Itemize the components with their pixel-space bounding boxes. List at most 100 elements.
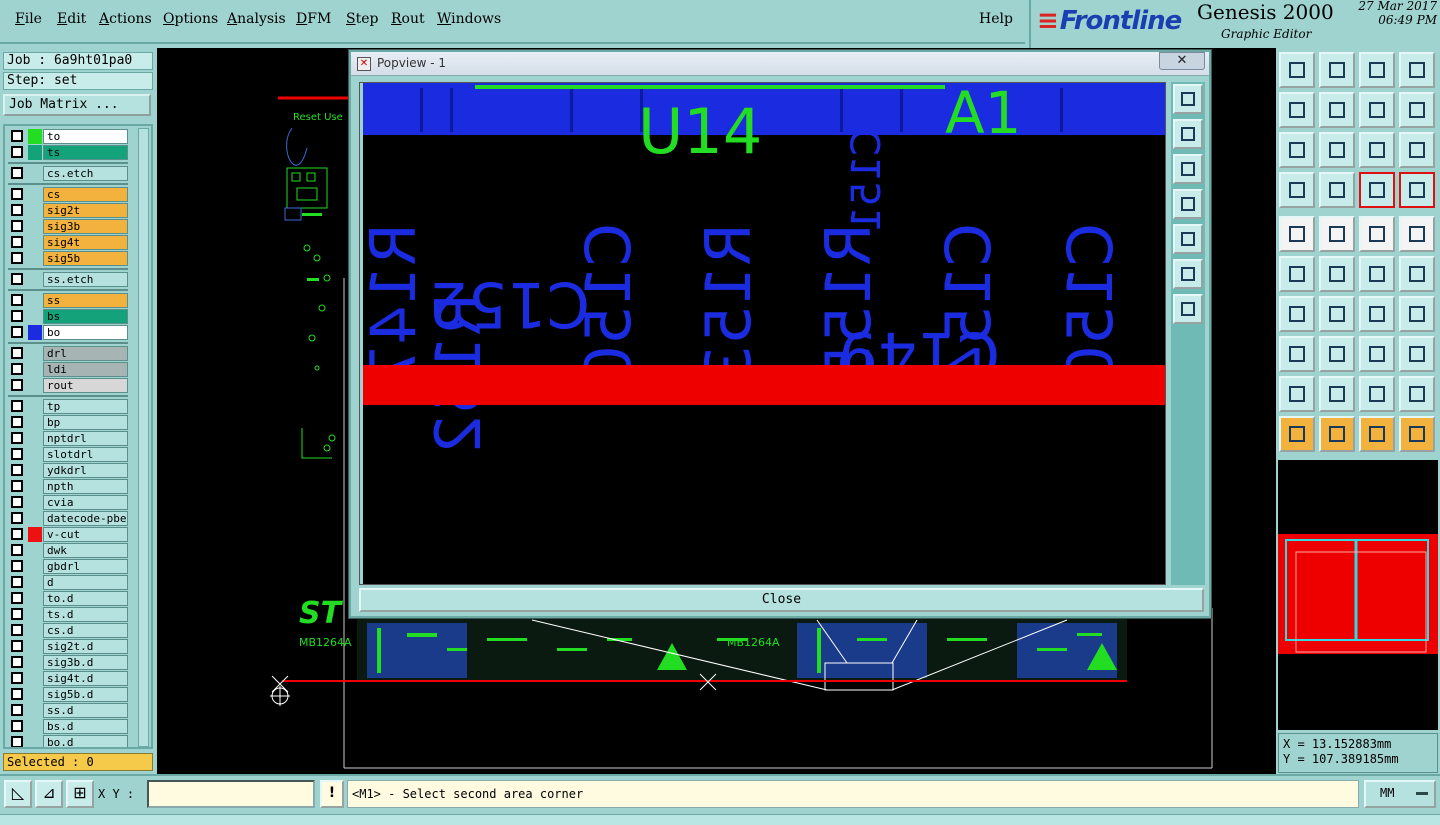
draw-arc-button[interactable] (1359, 296, 1395, 332)
layer-checkbox[interactable] (11, 167, 23, 179)
popview-canvas[interactable]: U14 A1 R147 R152 C152 C150 R153 C149 R15… (359, 82, 1166, 585)
layer-checkbox[interactable] (11, 363, 23, 375)
layer-checkbox[interactable] (11, 720, 23, 732)
net-view-button[interactable] (1359, 172, 1395, 208)
layer-name[interactable]: sig2t.d (43, 639, 128, 654)
layer-checkbox[interactable] (11, 188, 23, 200)
layer-row-to[interactable]: to (8, 129, 128, 144)
layer-name[interactable]: ts (43, 145, 128, 160)
layer-color-swatch[interactable] (28, 166, 42, 181)
layer-checkbox[interactable] (11, 130, 23, 142)
layer-checkbox[interactable] (11, 560, 23, 572)
snap-button[interactable]: ◺ (4, 780, 32, 808)
add-pad-button[interactable] (1359, 256, 1395, 292)
layer-row-cs[interactable]: cs (8, 187, 128, 202)
zoom-fit-button[interactable] (1279, 132, 1315, 168)
layer-name[interactable]: to.d (43, 591, 128, 606)
layer-row-ss[interactable]: ss (8, 293, 128, 308)
layer-name[interactable]: rout (43, 378, 128, 393)
layer-row-ss.etch[interactable]: ss.etch (8, 272, 128, 287)
layer-color-swatch[interactable] (28, 309, 42, 324)
layer-color-swatch[interactable] (28, 687, 42, 702)
pan-left-button[interactable] (1173, 189, 1203, 219)
layer-name[interactable]: datecode-pbe (43, 511, 128, 526)
layer-checkbox[interactable] (11, 416, 23, 428)
layer-row-sig3b.d[interactable]: sig3b.d (8, 655, 128, 670)
layer-row-to.d[interactable]: to.d (8, 591, 128, 606)
layer-color-swatch[interactable] (28, 219, 42, 234)
job-matrix-button[interactable]: Job Matrix ... (3, 94, 151, 116)
layer-color-swatch[interactable] (28, 447, 42, 462)
layer-color-swatch[interactable] (28, 431, 42, 446)
angle-tool-button[interactable] (1279, 376, 1315, 412)
pointer-route-button[interactable] (1399, 416, 1435, 452)
layer-name[interactable]: ldi (43, 362, 128, 377)
layer-color-swatch[interactable] (28, 203, 42, 218)
move-pad-button[interactable] (1399, 256, 1435, 292)
split-view-button[interactable] (1399, 52, 1435, 88)
layer-row-sig5b[interactable]: sig5b (8, 251, 128, 266)
layer-checkbox[interactable] (11, 544, 23, 556)
layer-row-sig5b.d[interactable]: sig5b.d (8, 687, 128, 702)
layer-checkbox[interactable] (11, 204, 23, 216)
xy-input[interactable] (147, 780, 315, 808)
layer-color-swatch[interactable] (28, 378, 42, 393)
layer-name[interactable]: ts.d (43, 607, 128, 622)
layer-color-swatch[interactable] (28, 703, 42, 718)
popview-titlebar[interactable]: ✕ Popview - 1 ✕ (351, 52, 1209, 76)
layer-color-swatch[interactable] (28, 479, 42, 494)
layer-color-swatch[interactable] (28, 293, 42, 308)
units-select[interactable]: MM (1364, 780, 1436, 808)
layer-name[interactable]: sig3b.d (43, 655, 128, 670)
layer-color-swatch[interactable] (28, 543, 42, 558)
layer-checkbox[interactable] (11, 528, 23, 540)
layer-name[interactable]: d (43, 575, 128, 590)
layer-name[interactable]: bs.d (43, 719, 128, 734)
cut-line-button[interactable] (1319, 336, 1355, 372)
pan-left-button[interactable] (1279, 92, 1315, 128)
layer-color-swatch[interactable] (28, 463, 42, 478)
rotate-view-button[interactable] (1399, 92, 1435, 128)
layer-row-sig3b[interactable]: sig3b (8, 219, 128, 234)
layer-row-cvia[interactable]: cvia (8, 495, 128, 510)
layer-name[interactable]: to (43, 129, 128, 144)
layer-color-swatch[interactable] (28, 559, 42, 574)
layer-color-swatch[interactable] (28, 187, 42, 202)
mini-map[interactable] (1278, 534, 1438, 654)
layer-name[interactable]: cs.etch (43, 166, 128, 181)
layer-color-swatch[interactable] (28, 415, 42, 430)
layer-row-gbdrl[interactable]: gbdrl (8, 559, 128, 574)
grid-button[interactable]: ⊞ (66, 780, 94, 808)
pointer-button[interactable] (1279, 416, 1315, 452)
layer-color-swatch[interactable] (28, 591, 42, 606)
layer-color-swatch[interactable] (28, 362, 42, 377)
select-line-button[interactable] (1319, 216, 1355, 252)
layer-name[interactable]: ydkdrl (43, 463, 128, 478)
layer-row-ldi[interactable]: ldi (8, 362, 128, 377)
zoom-out-button[interactable] (1173, 294, 1203, 324)
layer-checkbox[interactable] (11, 512, 23, 524)
layer-color-swatch[interactable] (28, 399, 42, 414)
layer-name[interactable]: npth (43, 479, 128, 494)
layer-checkbox[interactable] (11, 576, 23, 588)
layer-checkbox[interactable] (11, 688, 23, 700)
layer-color-swatch[interactable] (28, 607, 42, 622)
layer-row-bs[interactable]: bs (8, 309, 128, 324)
menu-file[interactable]: File (15, 11, 42, 27)
layer-row-d[interactable]: d (8, 575, 128, 590)
layer-row-drl[interactable]: drl (8, 346, 128, 361)
layer-name[interactable]: ss (43, 293, 128, 308)
layer-name[interactable]: bs (43, 309, 128, 324)
triangle-tool-button[interactable] (1319, 376, 1355, 412)
layer-row-bs.d[interactable]: bs.d (8, 719, 128, 734)
distance-button[interactable] (1359, 336, 1395, 372)
layer-row-v-cut[interactable]: v-cut (8, 527, 128, 542)
layer-row-ydkdrl[interactable]: ydkdrl (8, 463, 128, 478)
pointer-box-button[interactable] (1319, 416, 1355, 452)
layer-color-swatch[interactable] (28, 671, 42, 686)
layer-name[interactable]: ss.etch (43, 272, 128, 287)
layer-checkbox[interactable] (11, 448, 23, 460)
measure-ruler-button[interactable] (1359, 216, 1395, 252)
layer-color-swatch[interactable] (28, 527, 42, 542)
layer-checkbox[interactable] (11, 640, 23, 652)
